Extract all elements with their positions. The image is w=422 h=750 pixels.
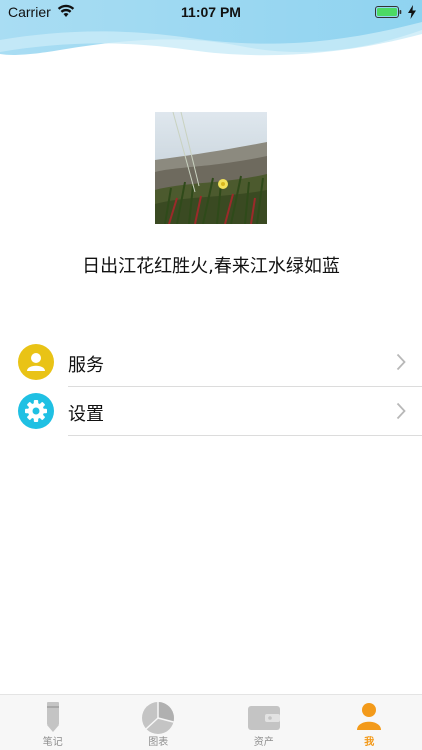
tab-label: 图表 bbox=[148, 737, 169, 748]
tab-charts[interactable]: 图表 bbox=[106, 695, 212, 750]
clock-time: 11:07 PM bbox=[181, 4, 241, 20]
chevron-right-icon bbox=[396, 402, 406, 420]
menu-item-label: 服务 bbox=[68, 355, 104, 376]
status-bar: Carrier 11:07 PM bbox=[0, 0, 422, 24]
wallet-icon bbox=[247, 706, 280, 730]
pencil-icon bbox=[46, 702, 59, 732]
tab-label: 笔记 bbox=[42, 737, 63, 748]
tab-me[interactable]: 我 bbox=[317, 695, 422, 750]
tab-bar: 笔记 图表 资产 我 bbox=[0, 694, 422, 750]
tab-assets[interactable]: 资产 bbox=[211, 695, 317, 750]
battery-icon bbox=[375, 6, 402, 18]
divider bbox=[68, 435, 422, 436]
menu-item-services[interactable]: 服务 bbox=[0, 338, 422, 386]
avatar-photo bbox=[155, 112, 267, 224]
profile-screen: Carrier 11:07 PM 日出江花红胜火,春来江水绿如蓝 服务 设置 笔… bbox=[0, 0, 422, 750]
menu-item-settings[interactable]: 设置 bbox=[0, 387, 422, 435]
profile-motto: 日出江花红胜火,春来江水绿如蓝 bbox=[82, 256, 340, 277]
gear-icon bbox=[18, 393, 54, 429]
tab-label: 我 bbox=[364, 737, 375, 748]
user-icon bbox=[18, 344, 54, 380]
menu-item-label: 设置 bbox=[68, 404, 104, 425]
tab-label: 资产 bbox=[253, 737, 274, 748]
profile-avatar[interactable] bbox=[155, 112, 267, 224]
person-icon bbox=[357, 703, 382, 730]
pie-chart-icon bbox=[142, 702, 175, 734]
tab-notes[interactable]: 笔记 bbox=[0, 695, 106, 750]
chevron-right-icon bbox=[396, 353, 406, 371]
charging-bolt-icon bbox=[408, 5, 416, 19]
